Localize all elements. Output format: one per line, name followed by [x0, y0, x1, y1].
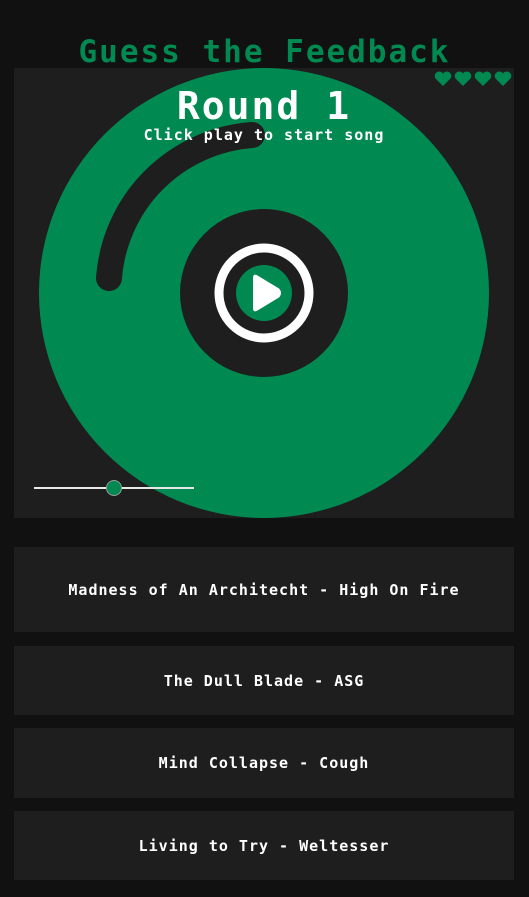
answer-option[interactable]: Living to Try - Weltesser	[14, 811, 514, 880]
answer-option[interactable]: The Dull Blade - ASG	[14, 646, 514, 715]
volume-slider[interactable]	[34, 480, 194, 496]
music-player: Round 1 Click play to start song	[14, 68, 514, 518]
play-icon	[214, 243, 314, 343]
heart-icon	[494, 71, 512, 86]
game-title: Guess the Feedback	[78, 34, 451, 70]
answer-option[interactable]: Mind Collapse - Cough	[14, 728, 514, 798]
volume-slider-thumb[interactable]	[106, 480, 122, 496]
round-label: Round 1	[176, 84, 352, 128]
play-button[interactable]	[213, 242, 315, 344]
heart-icon	[454, 71, 472, 86]
lives-indicator	[434, 71, 512, 87]
heart-icon	[434, 71, 452, 86]
round-hint: Click play to start song	[143, 126, 385, 144]
heart-icon	[474, 71, 492, 86]
answer-option[interactable]: Madness of An Architecht - High On Fire	[14, 547, 514, 632]
